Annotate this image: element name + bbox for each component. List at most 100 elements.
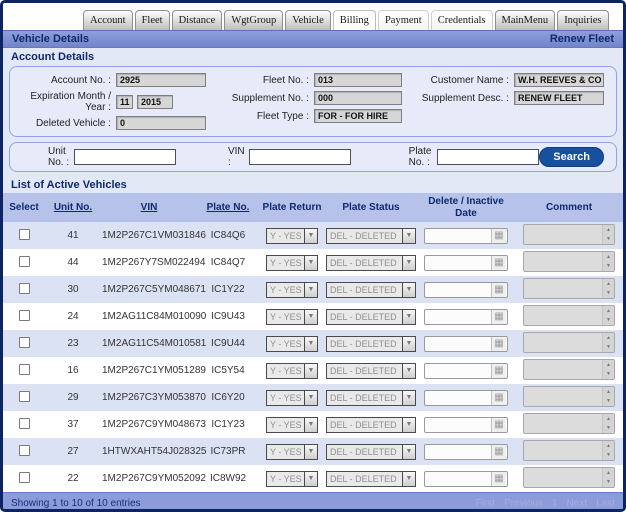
delete-inactive-date-input[interactable]: ▦ bbox=[424, 389, 508, 406]
renew-fleet-link[interactable]: Renew Fleet bbox=[550, 33, 614, 45]
plate-no-cell: IC9U44 bbox=[211, 338, 245, 349]
plate-status-select[interactable]: DEL - DELETED ▼ bbox=[326, 308, 416, 325]
pagination-1[interactable]: 1 bbox=[552, 498, 558, 509]
plate-status-select[interactable]: DEL - DELETED ▼ bbox=[326, 470, 416, 487]
tab-wgtgroup[interactable]: WgtGroup bbox=[224, 10, 284, 30]
delete-inactive-date-input[interactable]: ▦ bbox=[424, 443, 508, 460]
spinner-arrows-icon: ▲ ▼ bbox=[602, 468, 614, 487]
comment-textarea: ▲ ▼ bbox=[523, 386, 615, 407]
plate-return-select[interactable]: Y - YES ▼ bbox=[266, 470, 318, 487]
column-header-plate-status: Plate Status bbox=[325, 193, 417, 222]
select-checkbox[interactable] bbox=[18, 363, 30, 375]
chevron-down-icon: ▼ bbox=[402, 228, 415, 243]
table-header-row: Select Unit No. VIN Plate No. Plate Return Pl… bbox=[3, 193, 623, 222]
calendar-icon[interactable]: ▦ bbox=[491, 417, 506, 432]
column-header-unit-no-[interactable]: Unit No. bbox=[45, 193, 101, 222]
plate-return-select[interactable]: Y - YES ▼ bbox=[266, 389, 318, 406]
calendar-icon[interactable]: ▦ bbox=[491, 336, 506, 351]
calendar-icon[interactable]: ▦ bbox=[491, 309, 506, 324]
plate-no-cell: IC8W92 bbox=[209, 473, 247, 484]
tab-billing[interactable]: Billing bbox=[332, 10, 376, 30]
tab-credentials[interactable]: Credentials bbox=[430, 10, 493, 30]
plate-return-select[interactable]: Y - YES ▼ bbox=[266, 335, 318, 352]
unit-no-cell: 16 bbox=[67, 365, 79, 376]
plate-status-select[interactable]: DEL - DELETED ▼ bbox=[326, 254, 416, 271]
delete-inactive-date-input[interactable]: ▦ bbox=[424, 227, 508, 244]
delete-inactive-date-input[interactable]: ▦ bbox=[424, 362, 508, 379]
plate-status-select[interactable]: DEL - DELETED ▼ bbox=[326, 227, 416, 244]
plate-return-select[interactable]: Y - YES ▼ bbox=[266, 281, 318, 298]
column-header-plate-no-[interactable]: Plate No. bbox=[197, 193, 259, 222]
pagination-first[interactable]: First bbox=[476, 498, 495, 509]
plate-return-select[interactable]: Y - YES ▼ bbox=[266, 416, 318, 433]
select-checkbox[interactable] bbox=[18, 255, 30, 267]
fleet-type-label: Fleet Type : bbox=[256, 110, 309, 122]
calendar-icon[interactable]: ▦ bbox=[491, 471, 506, 486]
comment-textarea: ▲ ▼ bbox=[523, 359, 615, 380]
vin-input[interactable] bbox=[248, 149, 351, 165]
calendar-icon[interactable]: ▦ bbox=[491, 255, 506, 270]
delete-inactive-date-input[interactable]: ▦ bbox=[424, 281, 508, 298]
tab-distance[interactable]: Distance bbox=[171, 10, 223, 30]
delete-inactive-date-input[interactable]: ▦ bbox=[424, 254, 508, 271]
unit-no-cell: 24 bbox=[67, 311, 79, 322]
select-checkbox[interactable] bbox=[18, 471, 30, 483]
spinner-arrows-icon: ▲ ▼ bbox=[602, 279, 614, 298]
plate-return-select[interactable]: Y - YES ▼ bbox=[266, 308, 318, 325]
chevron-down-icon: ▼ bbox=[304, 444, 317, 459]
pagination-next[interactable]: Next bbox=[567, 498, 588, 509]
select-checkbox[interactable] bbox=[18, 336, 30, 348]
column-header-vin[interactable]: VIN bbox=[101, 193, 197, 222]
table-footer: Showing 1 to 10 of 10 entries First Previ… bbox=[3, 492, 623, 509]
plate-return-select[interactable]: Y - YES ▼ bbox=[266, 443, 318, 460]
tab-payment[interactable]: Payment bbox=[377, 10, 429, 30]
plate-return-select[interactable]: Y - YES ▼ bbox=[266, 362, 318, 379]
spinner-arrows-icon: ▲ ▼ bbox=[602, 306, 614, 325]
tab-mainmenu[interactable]: MainMenu bbox=[494, 10, 556, 30]
unit-no-cell: 44 bbox=[67, 257, 79, 268]
column-header-delete-inactive-date: Delete / Inactive Date bbox=[417, 193, 515, 222]
tab-vehicle[interactable]: Vehicle bbox=[285, 10, 331, 30]
select-checkbox[interactable] bbox=[18, 390, 30, 402]
delete-inactive-date-input[interactable]: ▦ bbox=[424, 416, 508, 433]
pagination-previous[interactable]: Previous bbox=[504, 498, 543, 509]
unit-no-input[interactable] bbox=[73, 149, 176, 165]
select-checkbox[interactable] bbox=[18, 309, 30, 321]
plate-status-select[interactable]: DEL - DELETED ▼ bbox=[326, 335, 416, 352]
select-checkbox[interactable] bbox=[18, 417, 30, 429]
plate-status-select[interactable]: DEL - DELETED ▼ bbox=[326, 389, 416, 406]
chevron-down-icon: ▼ bbox=[304, 417, 317, 432]
fleet-no-field: 013 bbox=[314, 73, 402, 87]
chevron-down-icon: ▼ bbox=[402, 471, 415, 486]
calendar-icon[interactable]: ▦ bbox=[491, 363, 506, 378]
plate-status-select[interactable]: DEL - DELETED ▼ bbox=[326, 281, 416, 298]
account-details-panel: Account No. : 2925 Expiration Month / Ye… bbox=[9, 66, 617, 137]
tab-account[interactable]: Account bbox=[83, 10, 133, 30]
calendar-icon[interactable]: ▦ bbox=[491, 228, 506, 243]
search-button[interactable]: Search bbox=[539, 147, 604, 167]
account-panel-column-right: Customer Name : W.H. REEVES & CO INC Sup… bbox=[402, 71, 604, 132]
plate-status-select[interactable]: DEL - DELETED ▼ bbox=[326, 362, 416, 379]
account-details-heading: Account Details bbox=[11, 51, 95, 63]
spinner-arrows-icon: ▲ ▼ bbox=[602, 333, 614, 352]
pagination-last[interactable]: Last bbox=[596, 498, 615, 509]
delete-inactive-date-input[interactable]: ▦ bbox=[424, 308, 508, 325]
calendar-icon[interactable]: ▦ bbox=[491, 282, 506, 297]
plate-no-input[interactable] bbox=[437, 149, 540, 165]
plate-return-select[interactable]: Y - YES ▼ bbox=[266, 254, 318, 271]
search-panel: Unit No. : VIN : Plate No. : Search bbox=[9, 142, 617, 172]
tab-inquiries[interactable]: Inquiries bbox=[557, 10, 609, 30]
plate-status-select[interactable]: DEL - DELETED ▼ bbox=[326, 416, 416, 433]
plate-return-select[interactable]: Y - YES ▼ bbox=[266, 227, 318, 244]
calendar-icon[interactable]: ▦ bbox=[491, 390, 506, 405]
delete-inactive-date-input[interactable]: ▦ bbox=[424, 470, 508, 487]
calendar-icon[interactable]: ▦ bbox=[491, 444, 506, 459]
tab-fleet[interactable]: Fleet bbox=[134, 10, 170, 30]
supplement-desc-field: RENEW FLEET bbox=[514, 91, 604, 105]
select-checkbox[interactable] bbox=[18, 444, 30, 456]
select-checkbox[interactable] bbox=[18, 282, 30, 294]
plate-status-select[interactable]: DEL - DELETED ▼ bbox=[326, 443, 416, 460]
select-checkbox[interactable] bbox=[18, 228, 30, 240]
comment-textarea: ▲ ▼ bbox=[523, 413, 615, 434]
delete-inactive-date-input[interactable]: ▦ bbox=[424, 335, 508, 352]
